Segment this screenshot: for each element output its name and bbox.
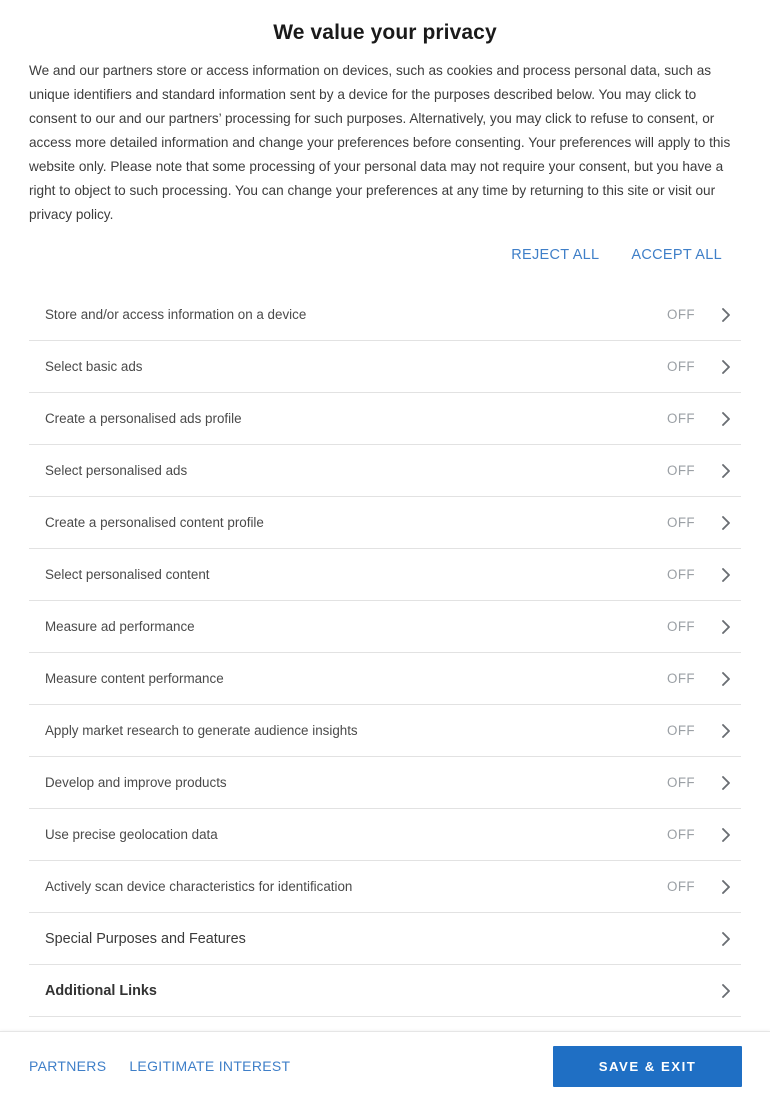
purpose-label: Store and/or access information on a dev…	[45, 307, 307, 322]
purpose-label: Special Purposes and Features	[45, 930, 246, 947]
purpose-label: Actively scan device characteristics for…	[45, 879, 353, 894]
purpose-row[interactable]: Special Purposes and Features	[29, 913, 741, 965]
chevron-right-icon[interactable]	[715, 564, 737, 586]
chevron-right-icon[interactable]	[715, 720, 737, 742]
chevron-right-icon[interactable]	[715, 668, 737, 690]
chevron-right-icon[interactable]	[715, 356, 737, 378]
purpose-row[interactable]: Actively scan device characteristics for…	[29, 861, 741, 913]
save-and-exit-button[interactable]: SAVE & EXIT	[553, 1045, 742, 1087]
chevron-right-icon[interactable]	[715, 512, 737, 534]
purpose-row[interactable]: Measure ad performance OFF	[29, 601, 741, 653]
purpose-row[interactable]: Select basic ads OFF	[29, 341, 741, 393]
chevron-right-icon[interactable]	[715, 304, 737, 326]
purpose-toggle-state[interactable]: OFF	[667, 723, 695, 738]
purpose-toggle-state[interactable]: OFF	[667, 359, 695, 374]
purpose-toggle-state[interactable]: OFF	[667, 307, 695, 322]
privacy-intro-text: We and our partners store or access info…	[29, 63, 731, 222]
legitimate-interest-link[interactable]: LEGITIMATE INTEREST	[128, 1055, 291, 1077]
purpose-label: Create a personalised ads profile	[45, 411, 242, 426]
purpose-toggle-state[interactable]: OFF	[667, 671, 695, 686]
page-title: We value your privacy	[273, 21, 497, 44]
purpose-label: Select personalised content	[45, 567, 210, 582]
purpose-toggle-state[interactable]: OFF	[667, 827, 695, 842]
top-actions: REJECT ALL ACCEPT ALL	[29, 227, 741, 267]
dialog-body: We value your privacy We and our partner…	[0, 0, 770, 1031]
purpose-row[interactable]: Create a personalised ads profile OFF	[29, 393, 741, 445]
chevron-right-icon[interactable]	[715, 616, 737, 638]
accept-all-button[interactable]: ACCEPT ALL	[629, 243, 724, 267]
purpose-label: Select personalised ads	[45, 463, 188, 478]
purpose-list: Store and/or access information on a dev…	[29, 267, 741, 1017]
purpose-label: Develop and improve products	[45, 775, 227, 790]
purpose-row[interactable]: Additional Links	[29, 965, 741, 1017]
dialog-footer: PARTNERS LEGITIMATE INTEREST SAVE & EXIT	[0, 1031, 770, 1100]
purpose-label: Use precise geolocation data	[45, 827, 218, 842]
purpose-row[interactable]: Select personalised content OFF	[29, 549, 741, 601]
partners-link[interactable]: PARTNERS	[28, 1055, 107, 1077]
purpose-toggle-state[interactable]: OFF	[667, 879, 695, 894]
purpose-row[interactable]: Measure content performance OFF	[29, 653, 741, 705]
purpose-toggle-state[interactable]: OFF	[667, 411, 695, 426]
footer-links: PARTNERS LEGITIMATE INTEREST	[28, 1055, 553, 1077]
chevron-right-icon[interactable]	[715, 772, 737, 794]
purpose-row[interactable]: Develop and improve products OFF	[29, 757, 741, 809]
chevron-right-icon[interactable]	[715, 928, 737, 950]
chevron-right-icon[interactable]	[715, 408, 737, 430]
purpose-label: Measure ad performance	[45, 619, 195, 634]
purpose-toggle-state[interactable]: OFF	[667, 775, 695, 790]
purpose-label: Apply market research to generate audien…	[45, 723, 358, 738]
purpose-row[interactable]: Store and/or access information on a dev…	[29, 289, 741, 341]
purpose-row[interactable]: Select personalised ads OFF	[29, 445, 741, 497]
purpose-label: Measure content performance	[45, 671, 224, 686]
purpose-toggle-state[interactable]: OFF	[667, 567, 695, 582]
purpose-label: Create a personalised content profile	[45, 515, 264, 530]
purpose-row[interactable]: Create a personalised content profile OFF	[29, 497, 741, 549]
purpose-row[interactable]: Apply market research to generate audien…	[29, 705, 741, 757]
purpose-label: Additional Links	[45, 982, 157, 999]
chevron-right-icon[interactable]	[715, 980, 737, 1002]
chevron-right-icon[interactable]	[715, 876, 737, 898]
purpose-row[interactable]: Use precise geolocation data OFF	[29, 809, 741, 861]
purpose-toggle-state[interactable]: OFF	[667, 619, 695, 634]
privacy-consent-dialog: We value your privacy We and our partner…	[0, 0, 770, 1100]
purpose-label: Select basic ads	[45, 359, 143, 374]
chevron-right-icon[interactable]	[715, 824, 737, 846]
purpose-toggle-state[interactable]: OFF	[667, 515, 695, 530]
chevron-right-icon[interactable]	[715, 460, 737, 482]
purpose-toggle-state[interactable]: OFF	[667, 463, 695, 478]
reject-all-button[interactable]: REJECT ALL	[509, 243, 601, 267]
